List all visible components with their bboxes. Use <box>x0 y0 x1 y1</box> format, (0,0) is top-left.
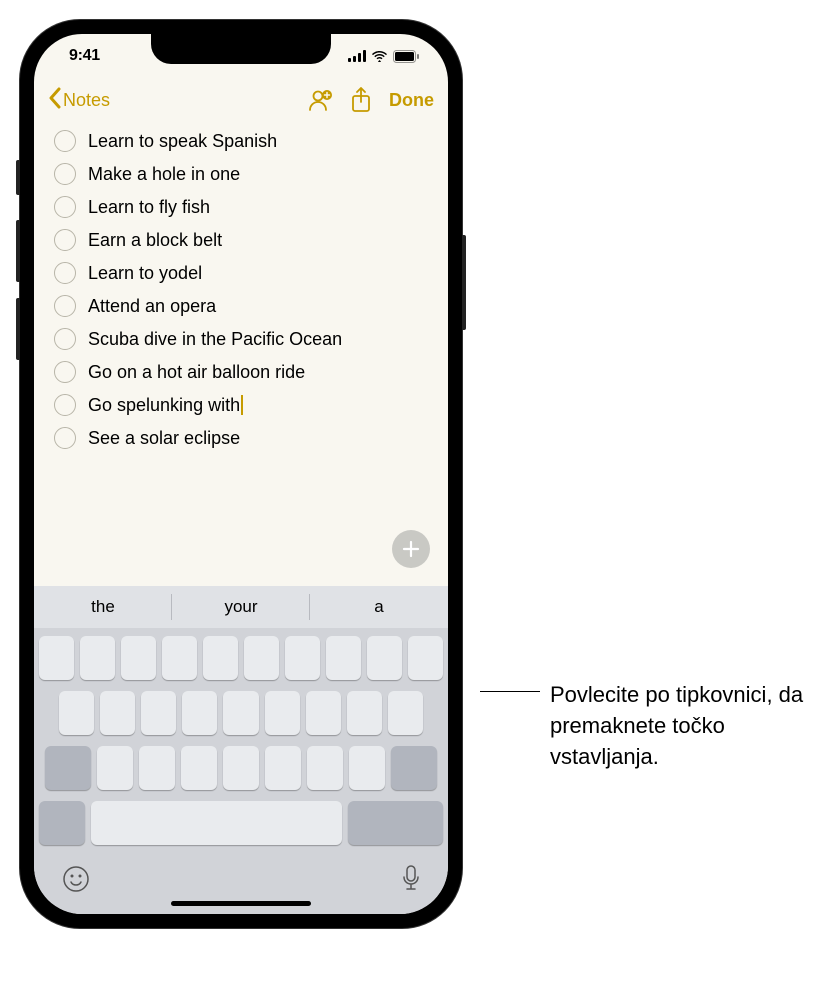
space-key[interactable] <box>91 801 342 845</box>
delete-key[interactable] <box>391 746 437 790</box>
key-blank[interactable] <box>265 691 300 735</box>
add-button[interactable] <box>392 530 430 568</box>
key-blank[interactable] <box>182 691 217 735</box>
key-blank[interactable] <box>141 691 176 735</box>
done-button[interactable]: Done <box>389 90 434 111</box>
checklist-item-text[interactable]: Attend an opera <box>88 296 216 317</box>
back-button[interactable]: Notes <box>48 87 110 114</box>
checkbox-circle[interactable] <box>54 328 76 350</box>
collaborate-icon[interactable] <box>307 88 333 112</box>
checkbox-circle[interactable] <box>54 394 76 416</box>
checklist-item[interactable]: Learn to fly fish <box>54 196 428 218</box>
suggestion-bar: the your a <box>34 586 448 628</box>
checklist-item-text[interactable]: Make a hole in one <box>88 164 240 185</box>
key-blank[interactable] <box>388 691 423 735</box>
checkbox-circle[interactable] <box>54 427 76 449</box>
checkbox-circle[interactable] <box>54 196 76 218</box>
key-blank[interactable] <box>121 636 156 680</box>
key-blank[interactable] <box>307 746 343 790</box>
checklist-item[interactable]: Go on a hot air balloon ride <box>54 361 428 383</box>
battery-icon <box>393 50 420 63</box>
callout-text: Povlecite po tipkovnici, da premaknete t… <box>550 680 830 772</box>
checklist-item-text[interactable]: Learn to fly fish <box>88 197 210 218</box>
checklist-item-text[interactable]: Go on a hot air balloon ride <box>88 362 305 383</box>
shift-key[interactable] <box>45 746 91 790</box>
phone-frame: 9:41 Not <box>20 20 462 928</box>
share-icon[interactable] <box>351 87 371 113</box>
key-blank[interactable] <box>223 691 258 735</box>
key-blank[interactable] <box>347 691 382 735</box>
key-blank[interactable] <box>306 691 341 735</box>
checkbox-circle[interactable] <box>54 295 76 317</box>
key-blank[interactable] <box>80 636 115 680</box>
silent-switch <box>16 160 20 195</box>
checklist-item[interactable]: Attend an opera <box>54 295 428 317</box>
volume-down-button <box>16 298 20 360</box>
checklist-item-text[interactable]: Scuba dive in the Pacific Ocean <box>88 329 342 350</box>
checkbox-circle[interactable] <box>54 262 76 284</box>
key-blank[interactable] <box>203 636 238 680</box>
suggestion-2[interactable]: your <box>172 586 310 628</box>
checkbox-circle[interactable] <box>54 163 76 185</box>
checklist-item[interactable]: Go spelunking with <box>54 394 428 416</box>
checklist-item[interactable]: Learn to yodel <box>54 262 428 284</box>
checklist-item-text[interactable]: Go spelunking with <box>88 395 243 416</box>
checkbox-circle[interactable] <box>54 130 76 152</box>
key-blank[interactable] <box>39 636 74 680</box>
status-time: 9:41 <box>69 47 100 65</box>
dictation-icon[interactable] <box>402 865 420 893</box>
key-blank[interactable] <box>265 746 301 790</box>
key-blank[interactable] <box>326 636 361 680</box>
checkbox-circle[interactable] <box>54 229 76 251</box>
checklist-item[interactable]: Make a hole in one <box>54 163 428 185</box>
volume-up-button <box>16 220 20 282</box>
checklist-item-text[interactable]: Learn to yodel <box>88 263 202 284</box>
keyboard[interactable]: the your a <box>34 586 448 914</box>
key-blank[interactable] <box>285 636 320 680</box>
checklist-item-text[interactable]: Earn a block belt <box>88 230 222 251</box>
note-content-area[interactable]: Learn to speak Spanish Make a hole in one… <box>34 122 448 586</box>
key-blank[interactable] <box>139 746 175 790</box>
power-button <box>462 235 466 330</box>
checklist-item[interactable]: Earn a block belt <box>54 229 428 251</box>
key-blank[interactable] <box>223 746 259 790</box>
notch <box>151 34 331 64</box>
suggestion-3[interactable]: a <box>310 586 448 628</box>
key-blank[interactable] <box>181 746 217 790</box>
checklist-item-text[interactable]: See a solar eclipse <box>88 428 240 449</box>
key-blank[interactable] <box>100 691 135 735</box>
checklist-item[interactable]: See a solar eclipse <box>54 427 428 449</box>
checklist-item-text[interactable]: Learn to speak Spanish <box>88 131 277 152</box>
key-blank[interactable] <box>162 636 197 680</box>
home-indicator[interactable] <box>171 901 311 906</box>
text-cursor <box>241 395 243 415</box>
checklist-item[interactable]: Scuba dive in the Pacific Ocean <box>54 328 428 350</box>
key-blank[interactable] <box>244 636 279 680</box>
checklist-item[interactable]: Learn to speak Spanish <box>54 130 428 152</box>
emoji-icon[interactable] <box>62 865 90 893</box>
key-blank[interactable] <box>59 691 94 735</box>
key-blank[interactable] <box>97 746 133 790</box>
suggestion-1[interactable]: the <box>34 586 172 628</box>
return-key[interactable] <box>348 801 443 845</box>
key-blank[interactable] <box>349 746 385 790</box>
chevron-left-icon <box>48 87 61 114</box>
callout: Povlecite po tipkovnici, da premaknete t… <box>480 680 830 772</box>
navigation-bar: Notes Done <box>34 78 448 122</box>
key-blank[interactable] <box>408 636 443 680</box>
wifi-icon <box>371 50 388 62</box>
callout-line <box>480 691 540 692</box>
checkbox-circle[interactable] <box>54 361 76 383</box>
cellular-signal-icon <box>348 50 366 62</box>
numbers-key[interactable] <box>39 801 85 845</box>
key-blank[interactable] <box>367 636 402 680</box>
back-label: Notes <box>63 90 110 111</box>
